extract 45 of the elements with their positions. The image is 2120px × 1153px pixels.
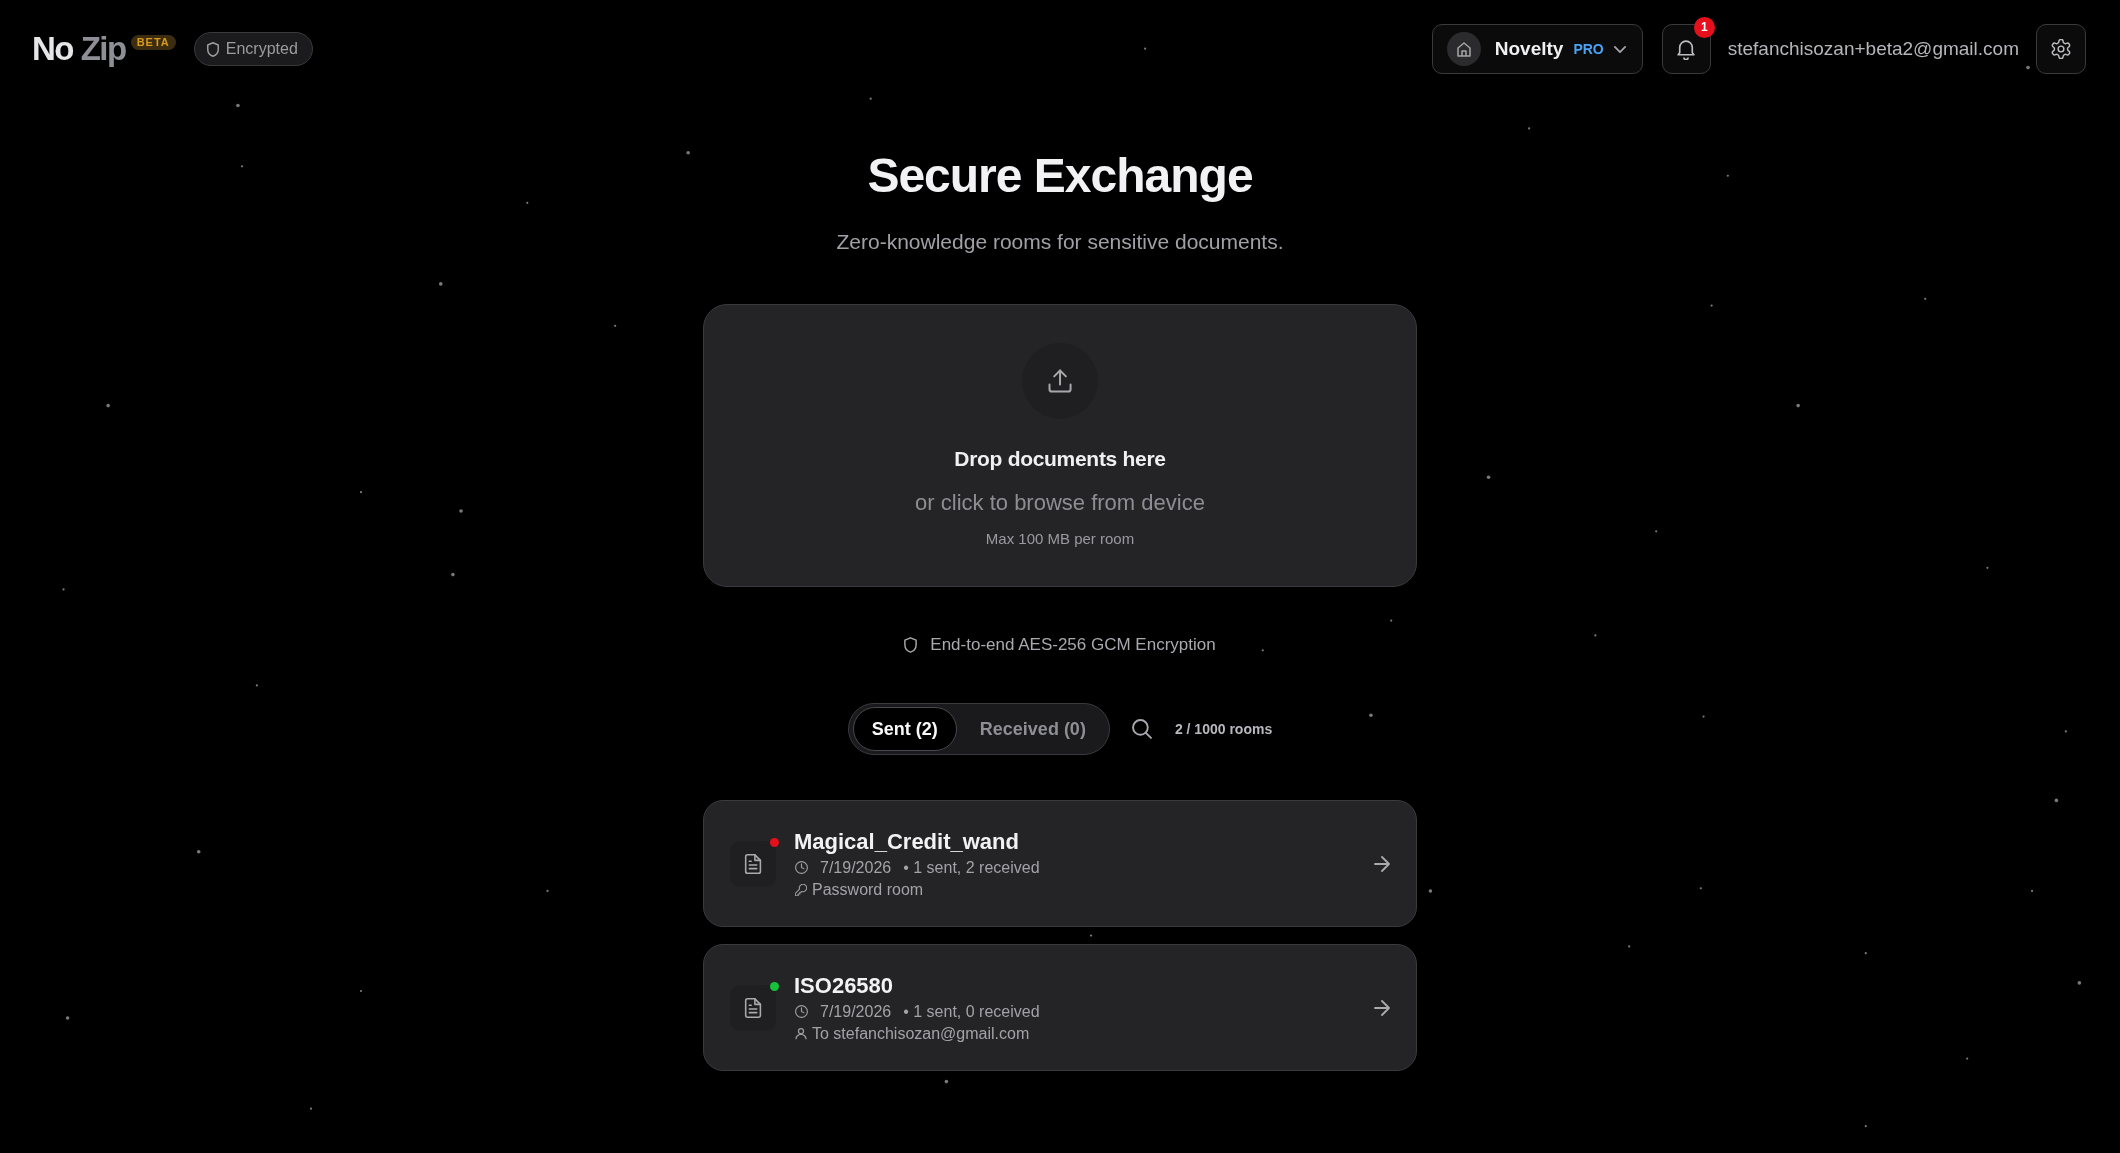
page-title: Secure Exchange: [867, 148, 1253, 204]
room-card[interactable]: Magical_Credit_wand 7/19/2026 • 1 sent, 2 received Password room: [703, 800, 1417, 927]
key-icon: [795, 883, 807, 896]
room-card[interactable]: ISO26580 7/19/2026 • 1 sent, 0 received To stefanchisozan@gmail.com: [703, 944, 1417, 1071]
document-icon: [730, 840, 776, 887]
status-label: Encrypted: [225, 40, 298, 58]
room-stats: • 1 sent, 2 received: [903, 857, 1040, 878]
user-email: stefanchisozan+beta2@gmail.com: [1727, 38, 2019, 60]
arrow-right-icon: [1374, 855, 1390, 872]
arrow-right-icon: [1374, 999, 1390, 1016]
tab[interactable]: Received (0): [960, 707, 1105, 751]
workspace-name: Novelty: [1494, 38, 1564, 60]
room-access: To stefanchisozan@gmail.com: [812, 1023, 1030, 1044]
home-icon: [1446, 32, 1481, 66]
dropzone-hint: or click to browse from device: [915, 489, 1205, 517]
beta-badge: BETA: [130, 35, 176, 50]
room-date: 7/19/2026: [820, 1001, 892, 1022]
shield-icon: [206, 41, 219, 57]
bell-icon: [1676, 38, 1697, 60]
logo[interactable]: No Zip: [32, 29, 126, 69]
document-icon: [730, 984, 776, 1031]
settings-icon: [2051, 39, 2071, 59]
clock-icon: [795, 1005, 808, 1018]
notification-count: 1: [1693, 17, 1715, 38]
room-name: ISO26580: [794, 971, 895, 1000]
size-limit-text: Max 100 MB per room: [985, 529, 1135, 549]
page-subtitle: Zero-knowledge rooms for sensitive documents.: [836, 229, 1284, 255]
caret-icon: [1613, 45, 1626, 53]
clock-icon: [795, 861, 808, 874]
settings-button[interactable]: [2036, 24, 2086, 74]
plan-label: PRO: [1573, 41, 1604, 57]
dropzone-title: Drop documents here: [954, 446, 1166, 472]
search-icon[interactable]: [1131, 719, 1152, 739]
shield-icon: [904, 637, 918, 653]
room-access: Password room: [812, 879, 924, 900]
room-date: 7/19/2026: [820, 857, 892, 878]
encryption-note: End-to-end AES-256 GCM Encryption: [930, 634, 1216, 656]
upload-icon: [1022, 343, 1098, 419]
upload-dropzone[interactable]: Drop documents here or click to browse from device Max 100 MB per room: [703, 304, 1417, 587]
tab[interactable]: Sent (2): [852, 707, 957, 751]
room-name: Magical_Credit_wand: [794, 827, 1020, 856]
room-stats: • 1 sent, 0 received: [903, 1001, 1040, 1022]
room-count: 2 / 1000 rooms: [1174, 721, 1273, 737]
workspace-dropdown[interactable]: Novelty PRO: [1431, 24, 1643, 74]
person-icon: [795, 1027, 807, 1040]
